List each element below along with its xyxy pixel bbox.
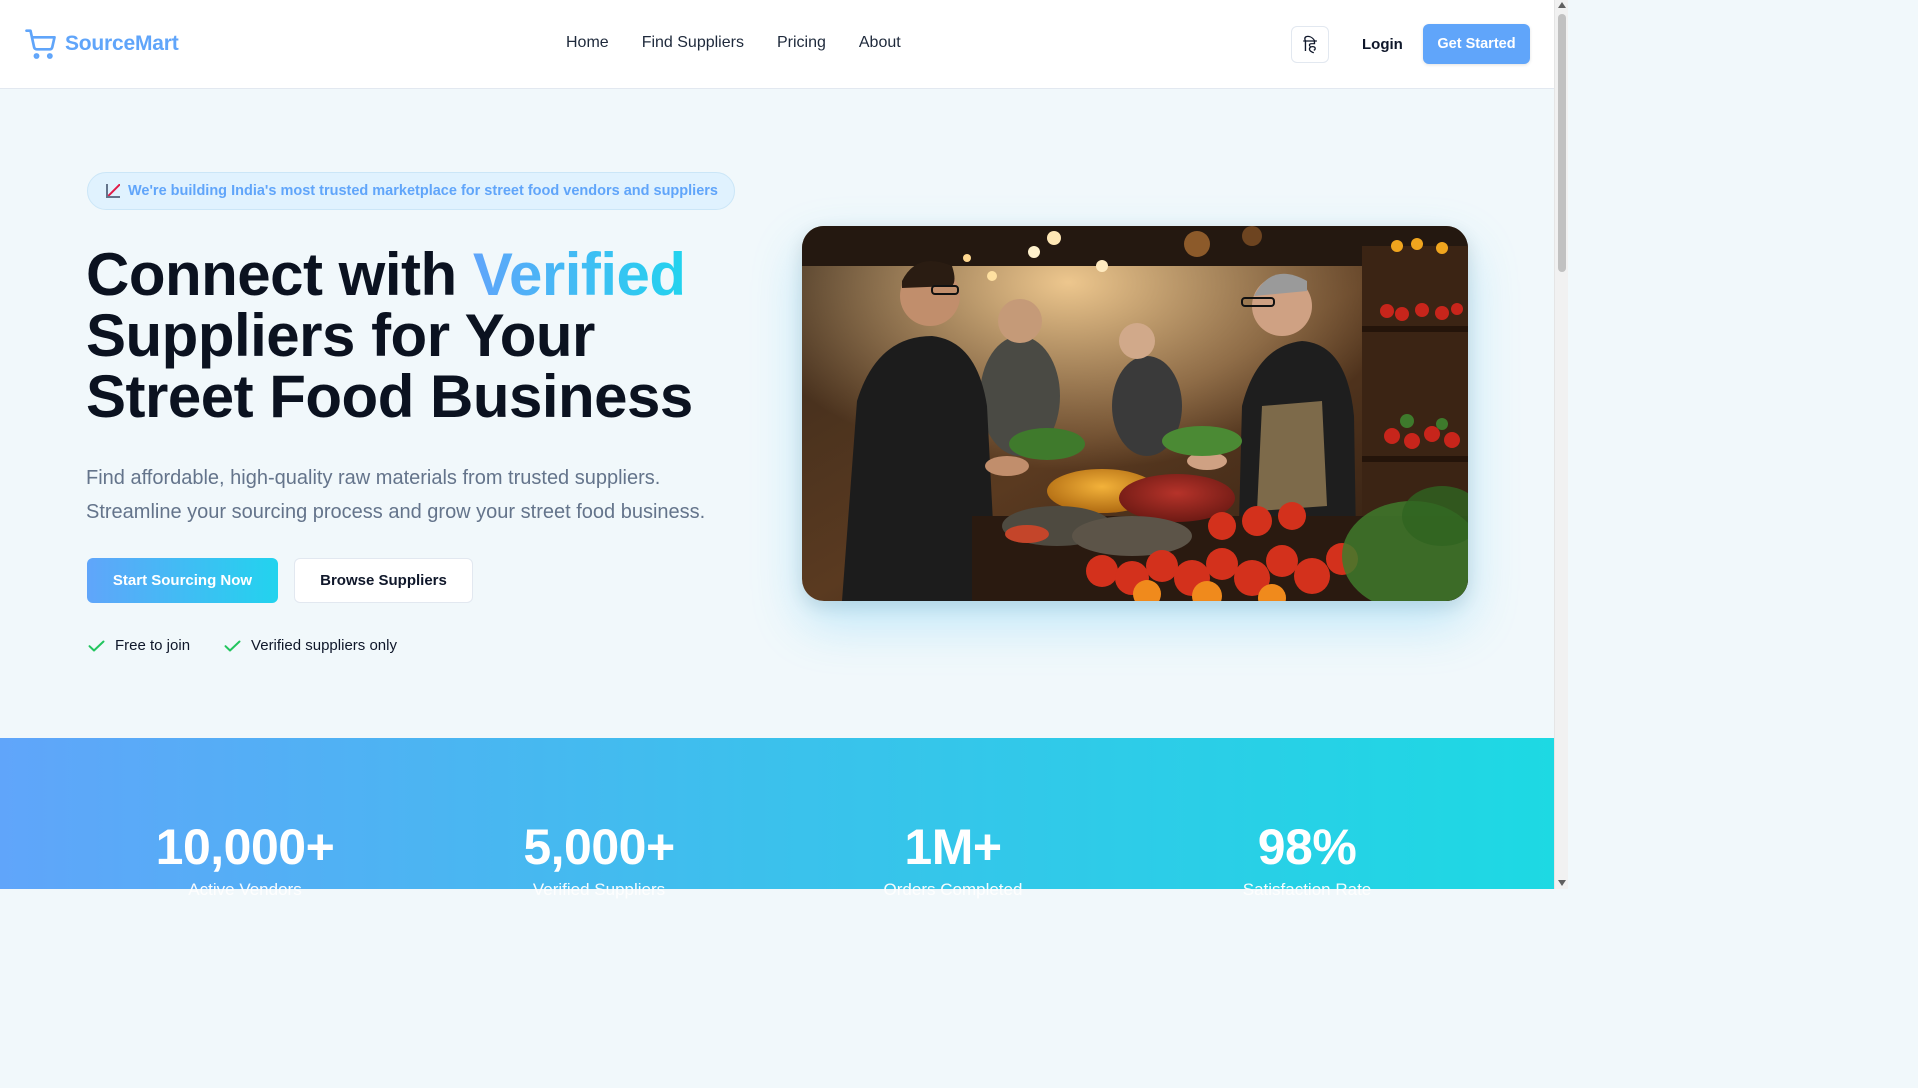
login-button[interactable]: Login <box>1362 36 1403 53</box>
hero-title: Connect with Verified Suppliers for Your… <box>86 244 766 427</box>
start-sourcing-button[interactable]: Start Sourcing Now <box>87 558 278 603</box>
stat-label: Verified Suppliers <box>532 880 666 899</box>
hero-title-accent: Verified <box>472 241 686 308</box>
nav-home[interactable]: Home <box>566 34 609 52</box>
check-item-free: Free to join <box>88 637 190 654</box>
announcement-badge: We're building India's most trusted mark… <box>87 172 735 210</box>
hero-title-part1: Connect with <box>86 241 473 308</box>
stats-band: 10,000+ Active Vendors 5,000+ Verified S… <box>0 738 1554 899</box>
scrollbar-thumb[interactable] <box>1558 14 1566 272</box>
site-header: SourceMart Home Find Suppliers Pricing A… <box>0 0 1554 89</box>
nav-pricing[interactable]: Pricing <box>777 34 826 52</box>
stat-verified-suppliers: 5,000+ Verified Suppliers <box>449 819 749 900</box>
get-started-button[interactable]: Get Started <box>1423 24 1530 64</box>
nav-about[interactable]: About <box>859 34 901 52</box>
stat-value: 5,000+ <box>523 819 675 875</box>
check-label: Free to join <box>115 637 191 654</box>
scroll-down-arrow-icon[interactable] <box>1558 880 1566 886</box>
browse-suppliers-button[interactable]: Browse Suppliers <box>294 558 473 603</box>
feature-checks: Free to join Verified suppliers only <box>88 637 397 654</box>
brand-name: SourceMart <box>65 32 179 55</box>
stat-label: Orders Completed <box>883 880 1023 899</box>
stat-label: Satisfaction Rate <box>1242 880 1372 899</box>
brand-logo[interactable]: SourceMart <box>24 28 179 60</box>
hero-title-part2: Suppliers for Your Street Food Business <box>86 302 693 430</box>
stat-value: 98% <box>1257 819 1357 875</box>
check-icon <box>88 640 105 651</box>
language-toggle-button[interactable]: हि <box>1291 26 1329 63</box>
stat-satisfaction-rate: 98% Satisfaction Rate <box>1157 819 1457 900</box>
chart-increasing-icon <box>106 184 120 198</box>
stat-active-vendors: 10,000+ Active Vendors <box>95 819 395 900</box>
main-nav: Home Find Suppliers Pricing About <box>566 34 901 52</box>
stat-label: Active Vendors <box>188 880 302 899</box>
check-item-verified: Verified suppliers only <box>224 637 397 654</box>
page-scrollbar[interactable] <box>1554 0 1568 889</box>
hero-subtitle: Find affordable, high-quality raw materi… <box>86 467 706 523</box>
check-icon <box>224 640 241 651</box>
scroll-up-arrow-icon[interactable] <box>1558 2 1566 8</box>
stat-value: 1M+ <box>904 819 1002 875</box>
hero-market-image <box>802 226 1468 601</box>
stat-value: 10,000+ <box>155 819 335 875</box>
shopping-cart-icon <box>25 29 56 59</box>
check-label: Verified suppliers only <box>251 637 397 654</box>
badge-text: We're building India's most trusted mark… <box>128 183 718 199</box>
stat-orders-completed: 1M+ Orders Completed <box>803 819 1103 900</box>
nav-find-suppliers[interactable]: Find Suppliers <box>642 34 744 52</box>
